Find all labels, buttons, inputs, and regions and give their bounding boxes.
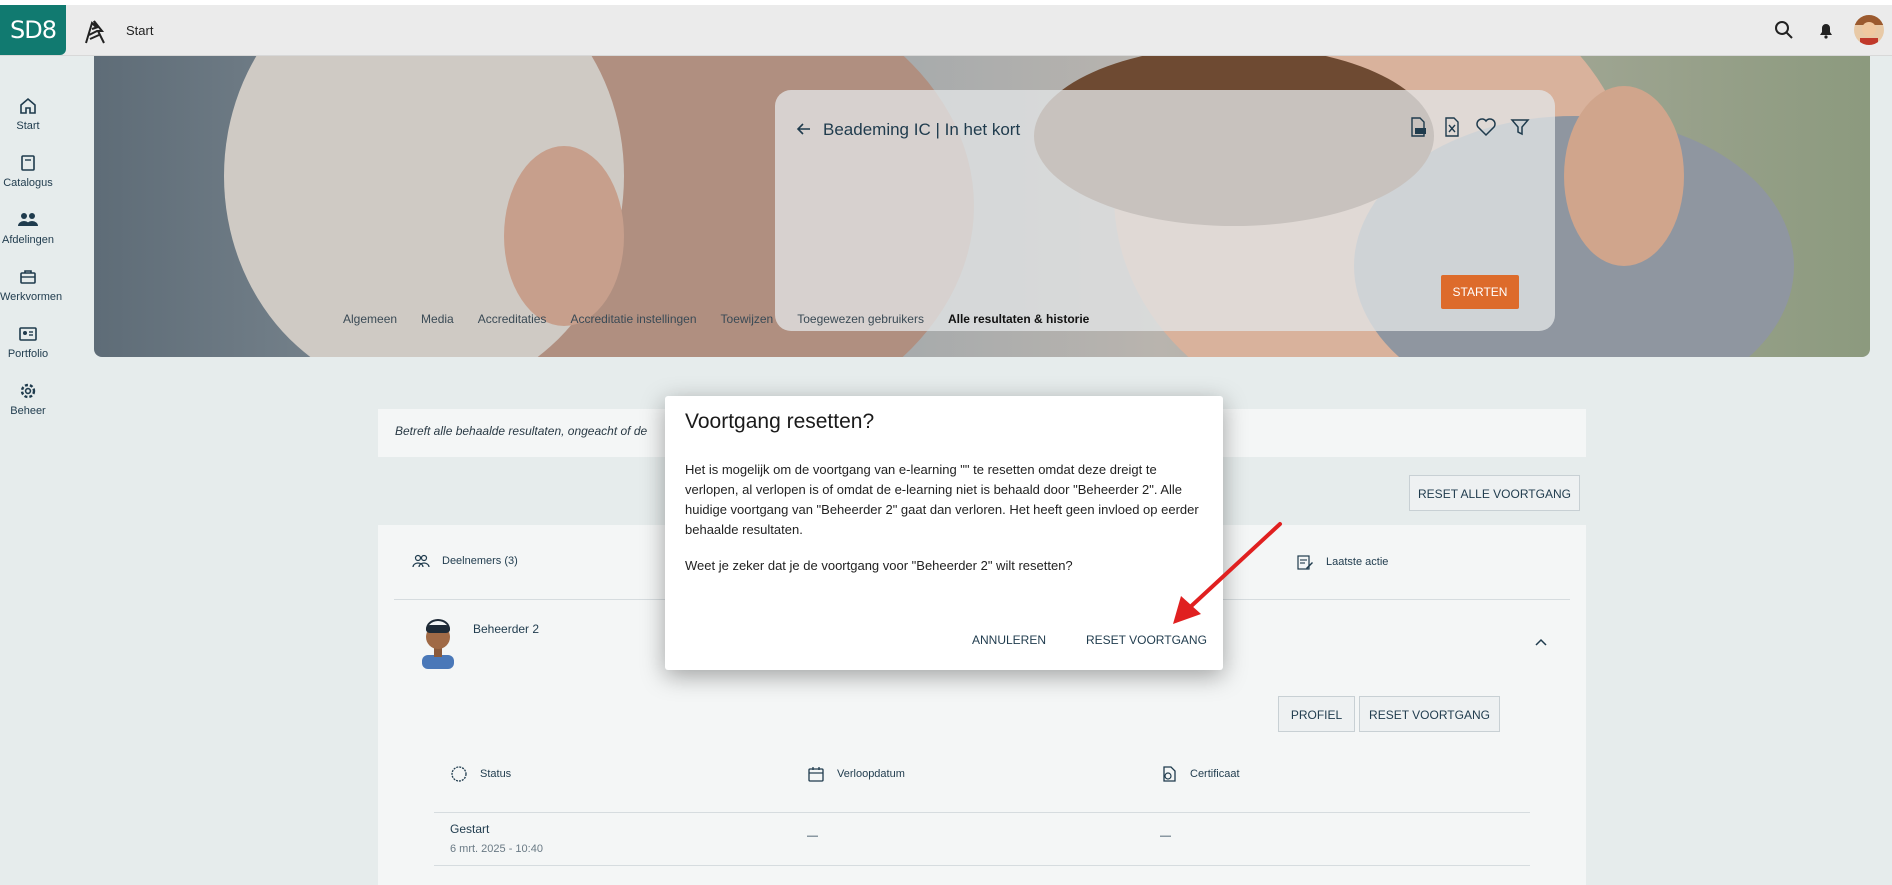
users-icon: [18, 213, 38, 226]
row-certificate: —: [1160, 830, 1171, 842]
cancel-button[interactable]: ANNULEREN: [972, 633, 1046, 647]
confirm-reset-button[interactable]: RESET VOORTGANG: [1086, 633, 1207, 647]
reset-progress-dialog: Voortgang resetten? Het is mogelijk om d…: [665, 396, 1223, 670]
sidebar-item-label: Beheer: [10, 405, 46, 417]
home-icon: [20, 97, 36, 114]
dialog-body: Het is mogelijk om de voortgang van e-le…: [685, 460, 1205, 592]
tab-accreditaties[interactable]: Accreditaties: [478, 312, 547, 326]
sidebar-item-label: Portfolio: [7, 348, 49, 360]
chevron-up-icon[interactable]: [1534, 637, 1548, 647]
search-icon[interactable]: [1773, 19, 1795, 41]
sidebar-item-label: Afdelingen: [2, 234, 54, 246]
briefcase-icon: [20, 270, 36, 284]
tab-bar: Algemeen Media Accreditaties Accreditati…: [343, 312, 1089, 326]
pdf-file-icon[interactable]: [1407, 116, 1429, 138]
expiry-header: Verloopdatum: [807, 765, 905, 783]
row-status: Gestart: [450, 822, 490, 836]
divider: [434, 865, 1530, 866]
info-text: Betreft alle behaalde resultaten, ongeac…: [395, 424, 648, 438]
edit-list-icon: [1297, 555, 1313, 570]
tab-toewijzen[interactable]: Toewijzen: [721, 312, 774, 326]
course-title: Beademing IC | In het kort: [823, 120, 1021, 139]
users-outline-icon: [412, 554, 430, 568]
sidebar-item-catalogus[interactable]: Catalogus: [0, 153, 56, 189]
user-avatar-illustration: [422, 619, 454, 669]
dialog-question: Weet je zeker dat je de voortgang voor "…: [685, 558, 1073, 573]
participants-header: Deelnemers (3): [412, 553, 518, 569]
last-action-header: Laatste actie: [1296, 553, 1388, 571]
sidebar-item-label: Start: [16, 120, 40, 132]
divider: [434, 812, 1530, 813]
tab-media[interactable]: Media: [421, 312, 454, 326]
profile-button[interactable]: PROFIEL: [1278, 696, 1355, 732]
sidebar-item-start[interactable]: Start: [0, 96, 56, 132]
status-circle-icon: [451, 766, 467, 782]
reset-progress-button[interactable]: RESET VOORTGANG: [1359, 696, 1500, 732]
course-card: Beademing IC | In het kort STARTEN: [775, 90, 1555, 331]
dialog-message: Het is mogelijk om de voortgang van e-le…: [685, 462, 1199, 537]
certificate-header: Certificaat: [1160, 765, 1240, 783]
app-logo[interactable]: SD8: [0, 5, 66, 55]
breadcrumb[interactable]: Start: [126, 23, 153, 38]
reset-all-button[interactable]: RESET ALLE VOORTGANG: [1409, 475, 1580, 511]
row-expiry: —: [807, 830, 818, 842]
calendar-icon: [808, 767, 824, 782]
sidebar-item-label: Catalogus: [3, 177, 53, 189]
annotation-arrow-icon: [1173, 522, 1282, 624]
tab-accreditatie-instellingen[interactable]: Accreditatie instellingen: [570, 312, 696, 326]
heart-icon[interactable]: [1475, 116, 1497, 138]
certificate-icon: [1163, 766, 1176, 782]
top-bar: SD8 Start: [0, 5, 1892, 56]
zebra-logo-icon: [85, 20, 105, 44]
tab-toegewezen-gebruikers[interactable]: Toegewezen gebruikers: [797, 312, 924, 326]
participants-label: Deelnemers (3): [442, 555, 518, 567]
back-arrow-icon[interactable]: [795, 120, 813, 138]
id-card-icon: [19, 327, 37, 341]
filter-icon[interactable]: [1509, 116, 1531, 138]
last-action-label: Laatste actie: [1326, 556, 1389, 568]
expiry-label: Verloopdatum: [837, 768, 905, 780]
sidebar-item-beheer[interactable]: Beheer: [0, 381, 56, 417]
start-button[interactable]: STARTEN: [1441, 275, 1519, 309]
sidebar-item-werkvormen[interactable]: Werkvormen: [0, 267, 63, 303]
sidebar-item-afdelingen[interactable]: Afdelingen: [0, 210, 56, 246]
sidebar: Start Catalogus Afdelingen Werkvormen Po…: [0, 56, 94, 885]
user-name: Beheerder 2: [473, 622, 540, 636]
status-header: Status: [450, 765, 511, 783]
status-label: Status: [480, 768, 512, 780]
row-date: 6 mrt. 2025 - 10:40: [450, 843, 543, 855]
sidebar-item-portfolio[interactable]: Portfolio: [0, 324, 56, 360]
gear-icon: [20, 383, 36, 399]
book-icon: [21, 155, 35, 171]
dialog-title: Voortgang resetten?: [685, 410, 875, 433]
tab-algemeen[interactable]: Algemeen: [343, 312, 397, 326]
user-avatar[interactable]: [1854, 15, 1884, 45]
sidebar-item-label: Werkvormen: [0, 291, 63, 303]
excel-file-icon[interactable]: [1441, 116, 1463, 138]
certificate-label: Certificaat: [1190, 768, 1240, 780]
bell-icon[interactable]: [1815, 19, 1837, 41]
tab-alle-resultaten[interactable]: Alle resultaten & historie: [948, 312, 1089, 326]
